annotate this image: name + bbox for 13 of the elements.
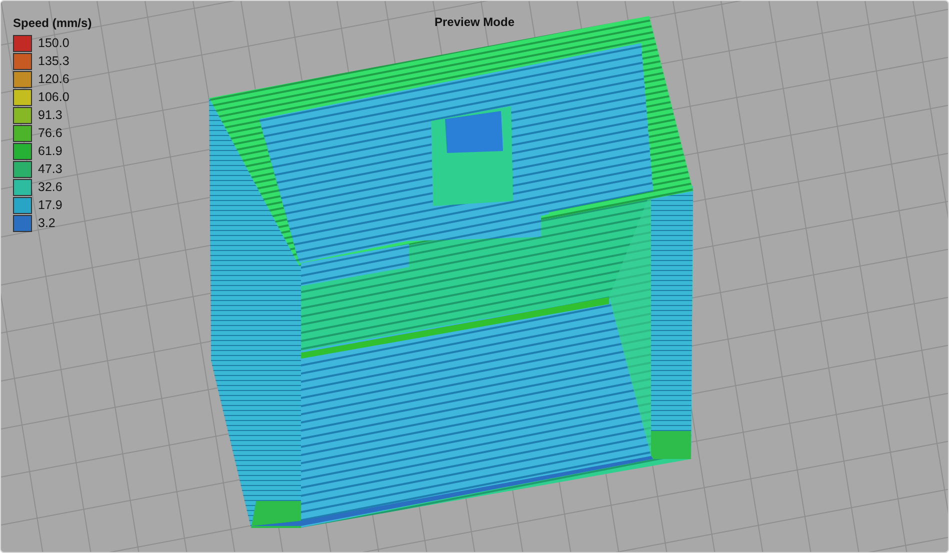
legend-value: 17.9 <box>38 198 62 212</box>
legend-value: 47.3 <box>38 162 62 176</box>
legend-value: 106.0 <box>38 90 70 104</box>
legend-value: 135.3 <box>38 54 70 68</box>
legend-value: 32.6 <box>38 180 62 194</box>
legend-title: Speed (mm/s) <box>13 16 92 30</box>
legend-value: 150.0 <box>38 36 70 50</box>
legend-value: 120.6 <box>38 72 70 86</box>
legend-value: 3.2 <box>38 216 56 230</box>
legend-value: 76.6 <box>38 126 62 140</box>
legend-value: 91.3 <box>38 108 62 122</box>
legend-value: 61.9 <box>38 144 62 158</box>
viewport-title: Preview Mode <box>434 15 515 29</box>
